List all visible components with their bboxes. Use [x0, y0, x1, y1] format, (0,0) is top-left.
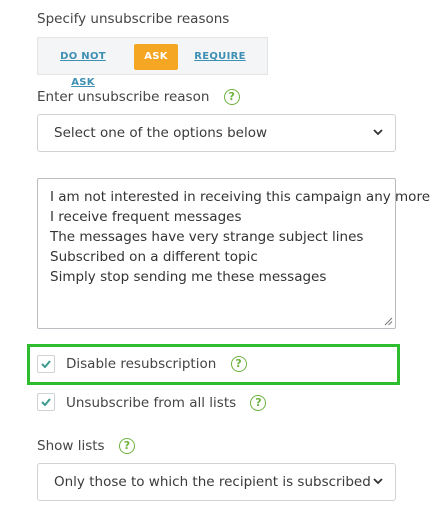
checkmark-icon — [41, 398, 51, 406]
chevron-down-icon — [373, 129, 383, 136]
unsubscribe-reasons-toggle: DO NOT ASK ASK REQUIRE — [37, 37, 268, 88]
reasons-textarea[interactable]: I am not interested in receiving this ca… — [37, 178, 430, 329]
unsubscribe-all-row: Unsubscribe from all lists ? — [66, 394, 267, 412]
option-do-not-ask[interactable]: DO NOT ASK — [48, 44, 118, 88]
show-lists-help-icon[interactable]: ? — [118, 438, 135, 454]
unsubscribe-all-help-icon[interactable]: ? — [250, 395, 267, 411]
reason-help-icon[interactable]: ? — [223, 89, 240, 105]
disable-resubscription-label: Disable resubscription — [66, 356, 217, 372]
reason-select[interactable]: Select one of the options below — [37, 114, 396, 152]
checkmark-icon — [41, 360, 51, 368]
reason-select-value: Select one of the options below — [54, 125, 268, 141]
show-lists-select-value: Only those to which the recipient is sub… — [54, 474, 371, 490]
reason-line: I receive frequent messages — [50, 209, 242, 225]
disable-resubscription-row: Disable resubscription ? — [66, 355, 247, 373]
reason-line: The messages have very strange subject l… — [50, 229, 364, 245]
disable-resubscription-checkbox[interactable] — [37, 355, 55, 373]
disable-resubscription-help-icon[interactable]: ? — [230, 356, 247, 372]
reason-line: Simply stop sending me these messages — [50, 269, 327, 285]
show-lists-select[interactable]: Only those to which the recipient is sub… — [37, 463, 396, 501]
resize-handle-icon[interactable] — [384, 317, 393, 326]
option-require[interactable]: REQUIRE — [194, 44, 246, 70]
reason-line: Subscribed on a different topic — [50, 249, 258, 265]
reason-line: I am not interested in receiving this ca… — [50, 189, 430, 205]
show-lists-row: Show lists ? — [37, 437, 135, 455]
chevron-down-icon — [373, 478, 383, 485]
show-lists-label: Show lists — [37, 438, 105, 454]
reason-label-row: Enter unsubscribe reason ? — [37, 88, 240, 106]
unsubscribe-all-checkbox[interactable] — [37, 393, 55, 411]
option-ask[interactable]: ASK — [134, 44, 178, 70]
unsubscribe-reasons-title: Specify unsubscribe reasons — [37, 11, 230, 27]
reason-label: Enter unsubscribe reason — [37, 89, 210, 105]
unsubscribe-all-label: Unsubscribe from all lists — [66, 395, 237, 411]
